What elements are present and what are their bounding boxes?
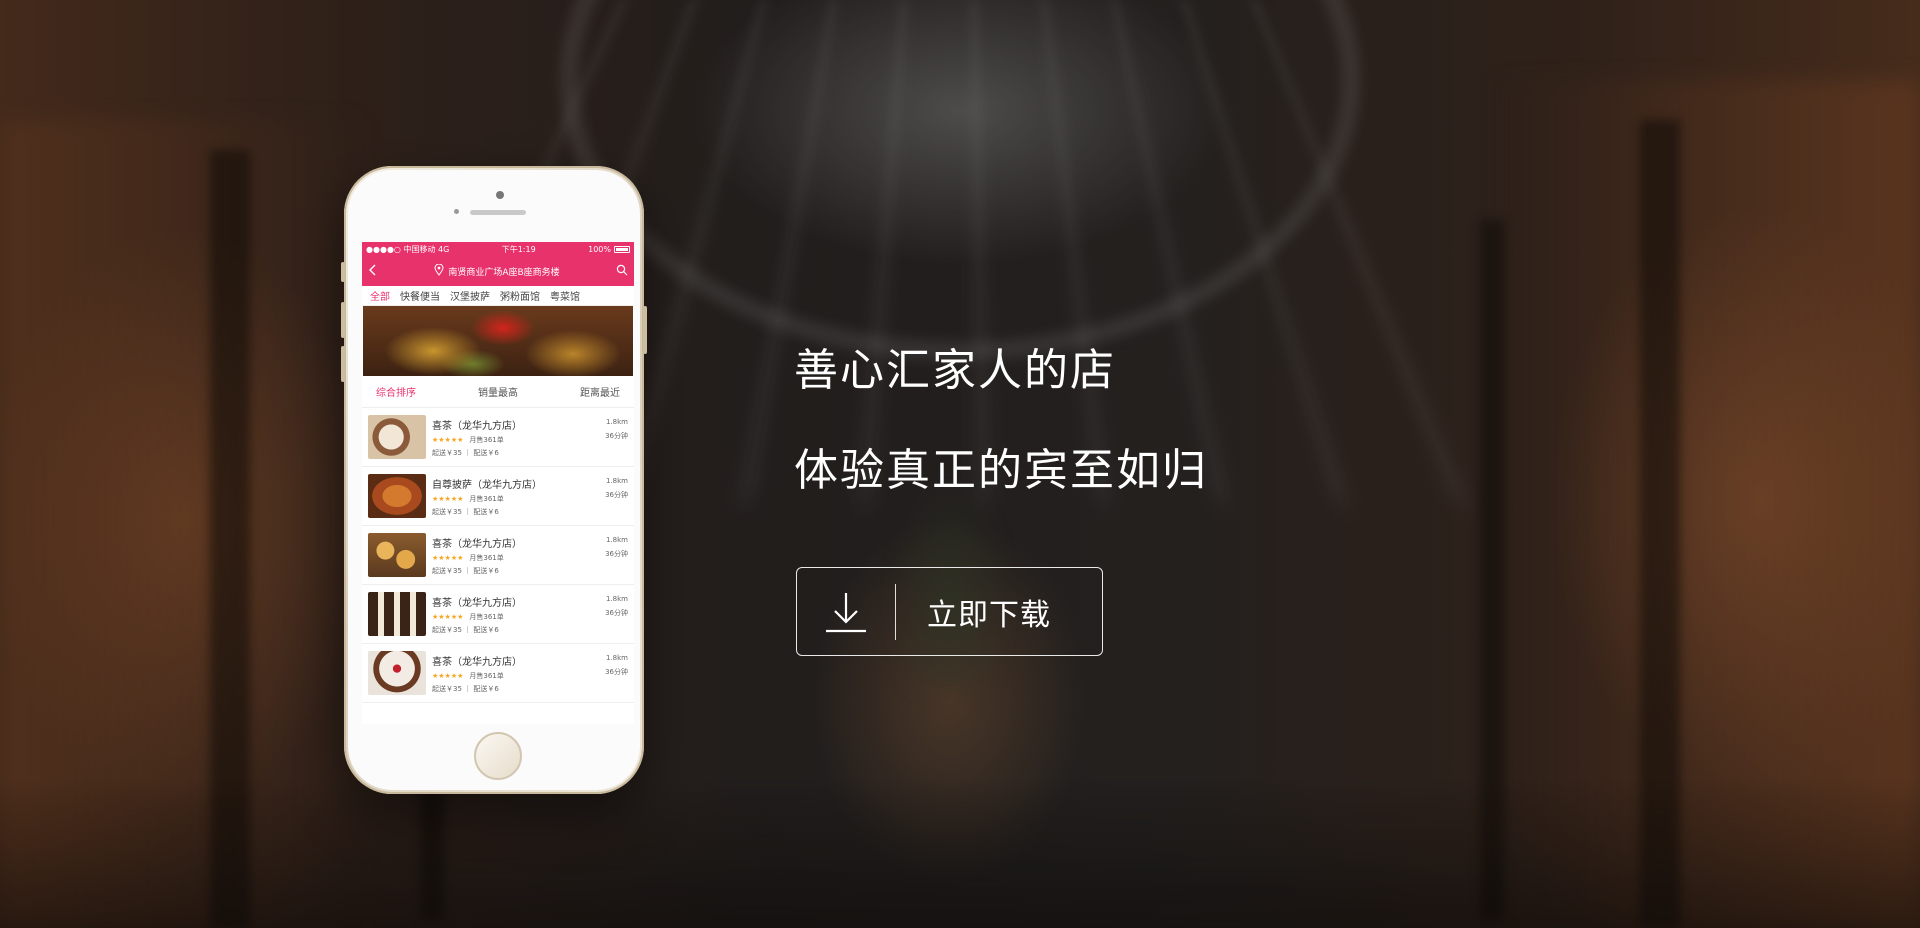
delivery-fee: 起送￥35 ｜ 配送￥6 — [432, 448, 499, 457]
star-rating: ★★★★★ — [432, 671, 464, 680]
nav-bar: 南贤商业广场A座B座商务楼 — [362, 256, 634, 286]
shop-thumbnail — [368, 592, 426, 636]
shop-name: 自尊披萨（龙华九方店） — [432, 479, 542, 491]
monthly-sales: 月售361单 — [469, 612, 504, 621]
delivery-time: 36分钟 — [605, 668, 628, 676]
star-rating: ★★★★★ — [432, 612, 464, 621]
shop-thumbnail — [368, 651, 426, 695]
tab-all[interactable]: 全部 — [370, 288, 390, 303]
sort-tabs: 综合排序 销量最高 距离最近 — [362, 376, 634, 408]
status-bar: ●●●●○ 中国移动 4G 下午1:19 100% — [362, 242, 634, 256]
delivery-time: 36分钟 — [605, 491, 628, 499]
tab-burger-pizza[interactable]: 汉堡披萨 — [450, 288, 490, 303]
shop-thumbnail — [368, 474, 426, 518]
promo-banner[interactable] — [363, 306, 633, 376]
shop-name: 喜茶（龙华九方店） — [432, 420, 522, 432]
delivery-time: 36分钟 — [605, 550, 628, 558]
shop-name: 喜茶（龙华九方店） — [432, 656, 522, 668]
distance: 1.8km — [605, 477, 628, 485]
delivery-fee: 起送￥35 ｜ 配送￥6 — [432, 507, 499, 516]
location-label: 南贤商业广场A座B座商务楼 — [448, 267, 560, 278]
carrier-label: ●●●●○ 中国移动 4G — [366, 244, 450, 254]
distance: 1.8km — [605, 595, 628, 603]
list-item[interactable]: 自尊披萨（龙华九方店） ★★★★★ 月售361单 起送￥35 ｜ 配送￥6 1.8… — [362, 467, 634, 526]
tab-noodles[interactable]: 粥粉面馆 — [500, 288, 540, 303]
delivery-fee: 起送￥35 ｜ 配送￥6 — [432, 684, 499, 693]
category-tabs: 全部 快餐便当 汉堡披萨 粥粉面馆 粤菜馆 — [362, 286, 634, 306]
shop-name: 喜茶（龙华九方店） — [432, 538, 522, 550]
clock: 下午1:19 — [501, 244, 536, 254]
list-item[interactable]: 喜茶（龙华九方店） ★★★★★ 月售361单 起送￥35 ｜ 配送￥6 1.8km… — [362, 526, 634, 585]
list-item[interactable]: 喜茶（龙华九方店） ★★★★★ 月售361单 起送￥35 ｜ 配送￥6 1.8km… — [362, 585, 634, 644]
front-camera — [496, 191, 504, 199]
shop-thumbnail — [368, 415, 426, 459]
list-item[interactable]: 喜茶（龙华九方店） ★★★★★ 月售361单 起送￥35 ｜ 配送￥6 1.8km… — [362, 644, 634, 703]
battery-percent: 100% — [588, 244, 611, 254]
download-icon — [797, 568, 895, 655]
distance: 1.8km — [605, 654, 628, 662]
delivery-fee: 起送￥35 ｜ 配送￥6 — [432, 625, 499, 634]
distance: 1.8km — [605, 418, 628, 426]
star-rating: ★★★★★ — [432, 435, 464, 444]
home-button — [474, 732, 522, 780]
shop-thumbnail — [368, 533, 426, 577]
download-button[interactable]: 立即下载 — [796, 567, 1103, 656]
delivery-fee: 起送￥35 ｜ 配送￥6 — [432, 566, 499, 575]
delivery-time: 36分钟 — [605, 432, 628, 440]
star-rating: ★★★★★ — [432, 494, 464, 503]
delivery-time: 36分钟 — [605, 609, 628, 617]
app-screen: ●●●●○ 中国移动 4G 下午1:19 100% 南贤商业广场A座B座商务楼 — [362, 242, 634, 724]
shop-name: 喜茶（龙华九方店） — [432, 597, 522, 609]
sort-overall[interactable]: 综合排序 — [376, 384, 416, 399]
phone-mockup: ●●●●○ 中国移动 4G 下午1:19 100% 南贤商业广场A座B座商务楼 — [341, 166, 647, 794]
monthly-sales: 月售361单 — [469, 671, 504, 680]
headline-secondary: 体验真正的宾至如归 — [794, 445, 1208, 496]
distance: 1.8km — [605, 536, 628, 544]
star-rating: ★★★★★ — [432, 553, 464, 562]
headline-primary: 善心汇家人的店 — [794, 345, 1116, 396]
monthly-sales: 月售361单 — [469, 435, 504, 444]
monthly-sales: 月售361单 — [469, 494, 504, 503]
map-pin-icon — [434, 263, 444, 279]
chevron-left-icon[interactable] — [368, 263, 378, 280]
tab-cantonese[interactable]: 粤菜馆 — [550, 288, 580, 303]
sort-sales[interactable]: 销量最高 — [478, 384, 518, 399]
monthly-sales: 月售361单 — [469, 553, 504, 562]
battery-icon — [614, 245, 630, 253]
list-item[interactable]: 喜茶（龙华九方店） ★★★★★ 月售361单 起送￥35 ｜ 配送￥6 1.8km… — [362, 408, 634, 467]
search-icon[interactable] — [616, 264, 628, 279]
sort-distance[interactable]: 距离最近 — [580, 384, 620, 399]
tab-fast-food[interactable]: 快餐便当 — [400, 288, 440, 303]
earpiece-speaker — [470, 210, 526, 215]
location-selector[interactable]: 南贤商业广场A座B座商务楼 — [434, 263, 560, 279]
download-label: 立即下载 — [927, 597, 1051, 633]
sensor-dot — [454, 209, 459, 214]
